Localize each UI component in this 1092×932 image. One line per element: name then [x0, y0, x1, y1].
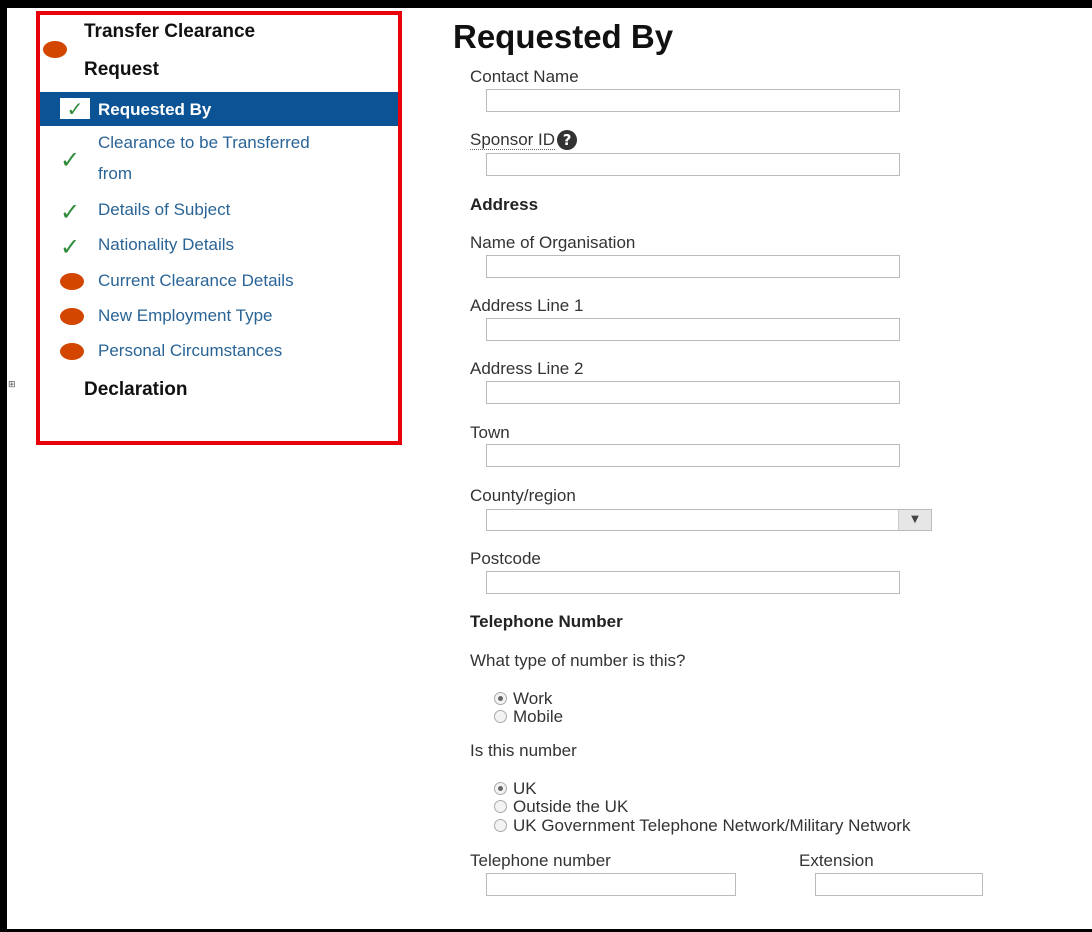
sidebar-item-details-of-subject[interactable]: ✓ Details of Subject — [40, 197, 398, 231]
radio-label: Mobile — [513, 707, 564, 726]
orange-dot-icon — [60, 343, 84, 360]
radio-mobile[interactable]: Mobile — [494, 707, 563, 726]
radio-label: UK Government Telephone Network/Military… — [513, 816, 911, 835]
number-location-question: Is this number — [470, 741, 577, 760]
sidebar-item-label: Clearance to be Transferred — [98, 133, 310, 152]
radio-outside-uk[interactable]: Outside the UK — [494, 797, 628, 816]
radio-work[interactable]: Work — [494, 689, 552, 708]
address-line1-label: Address Line 1 — [470, 296, 584, 315]
checkmark-icon: ✓ — [60, 146, 81, 174]
declaration-title[interactable]: Declaration — [84, 379, 187, 401]
sponsor-id-label: Sponsor ID — [470, 130, 556, 150]
radio-label: Work — [513, 689, 553, 708]
sidebar-item-label: Details of Subject — [98, 200, 231, 219]
sidebar-item-label: New Employment Type — [98, 306, 273, 325]
radio-button[interactable] — [494, 819, 507, 832]
radio-button[interactable] — [494, 710, 507, 723]
section-title-cont: Request — [84, 59, 159, 81]
radio-uk[interactable]: UK — [494, 779, 537, 798]
address-line2-label: Address Line 2 — [470, 359, 584, 378]
postcode-label: Postcode — [470, 549, 541, 568]
extension-label: Extension — [799, 851, 874, 870]
checkmark-icon: ✓ — [60, 98, 90, 120]
town-label: Town — [470, 423, 510, 442]
sidebar-item-label: Requested By — [98, 100, 212, 119]
radio-label: UK — [513, 779, 537, 798]
sidebar-item-label: Current Clearance Details — [98, 271, 294, 290]
sidebar-item-label: Nationality Details — [98, 235, 235, 254]
sponsor-id-input[interactable] — [486, 153, 900, 176]
chevron-down-icon[interactable]: ▼ — [898, 510, 931, 530]
county-select[interactable]: ▼ — [486, 509, 932, 531]
sidebar-item-nationality-details[interactable]: ✓ Nationality Details — [40, 232, 398, 266]
sidebar-item-requested-by[interactable]: ✓ Requested By — [40, 92, 398, 126]
radio-button-selected[interactable] — [494, 692, 507, 705]
expand-icon[interactable]: ⊞ — [8, 381, 17, 390]
contact-name-input[interactable] — [486, 89, 900, 112]
page-title: Requested By — [453, 18, 674, 55]
section-title: Transfer Clearance — [84, 21, 255, 43]
address-line1-input[interactable] — [486, 318, 900, 341]
radio-label: Outside the UK — [513, 797, 629, 816]
orange-dot-icon — [60, 308, 84, 325]
checkmark-icon: ✓ — [60, 198, 81, 226]
postcode-input[interactable] — [486, 571, 900, 594]
telephone-number-label: Telephone number — [470, 851, 611, 870]
address-line2-input[interactable] — [486, 381, 900, 404]
sponsor-id-label-row: Sponsor ID? — [470, 130, 578, 150]
sidebar-item-new-employment-type[interactable]: New Employment Type — [40, 303, 398, 337]
organisation-label: Name of Organisation — [470, 233, 636, 252]
town-input[interactable] — [486, 444, 900, 467]
orange-dot-icon — [43, 41, 67, 58]
telephone-heading: Telephone Number — [470, 612, 623, 631]
question-circle-icon[interactable]: ? — [557, 130, 578, 150]
sidebar-item-clearance-transferred[interactable]: ✓ Clearance to be Transferred from — [40, 129, 398, 191]
radio-uk-gov-network[interactable]: UK Government Telephone Network/Military… — [494, 816, 910, 835]
organisation-input[interactable] — [486, 255, 900, 278]
radio-button[interactable] — [494, 800, 507, 813]
telephone-number-input[interactable] — [486, 873, 736, 896]
county-label: County/region — [470, 486, 576, 505]
number-type-question: What type of number is this? — [470, 651, 686, 670]
section-title-line2: Request — [84, 59, 159, 80]
sidebar-nav: Transfer Clearance Request ✓ Requested B… — [36, 11, 402, 445]
address-heading: Address — [470, 195, 539, 214]
sidebar-item-personal-circumstances[interactable]: Personal Circumstances — [40, 338, 398, 372]
orange-dot-icon — [60, 273, 84, 290]
contact-name-label: Contact Name — [470, 67, 579, 86]
radio-button-selected[interactable] — [494, 782, 507, 795]
checkmark-icon: ✓ — [60, 233, 81, 261]
extension-input[interactable] — [815, 873, 983, 896]
section-title-line1: Transfer Clearance — [84, 21, 256, 42]
sidebar-item-current-clearance[interactable]: Current Clearance Details — [40, 267, 398, 301]
sidebar-item-label: Personal Circumstances — [98, 341, 283, 360]
sidebar-item-label-cont: from — [98, 164, 132, 183]
